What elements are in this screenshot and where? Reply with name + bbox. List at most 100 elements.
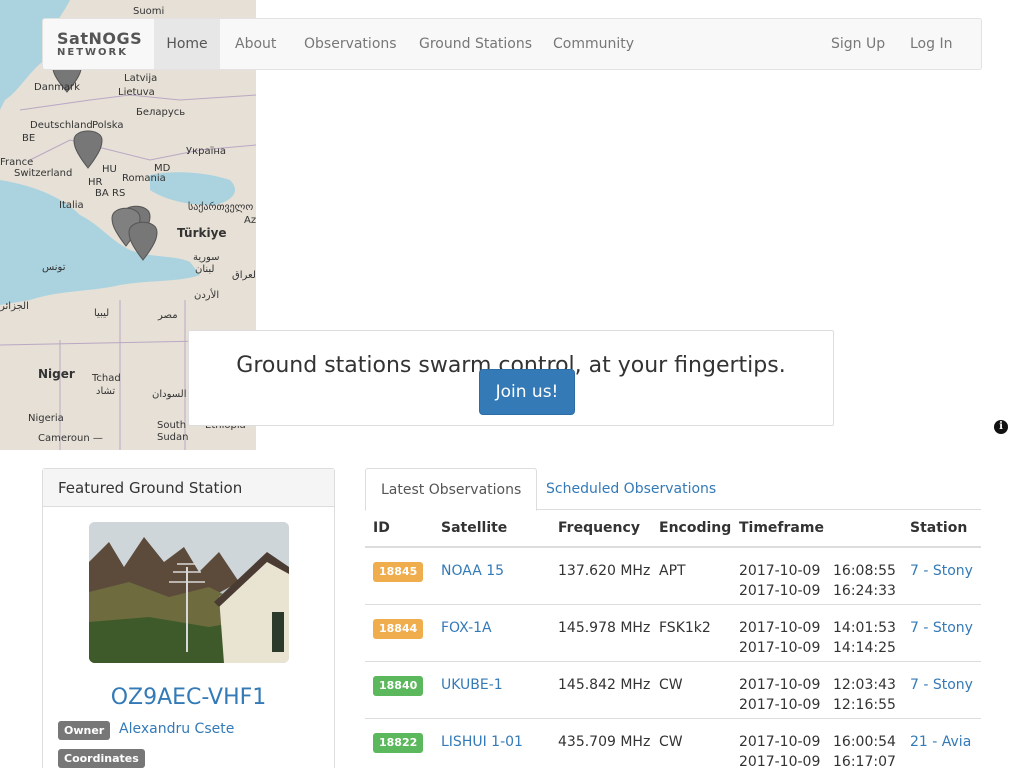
- owner-link[interactable]: Alexandru Csete: [119, 721, 234, 737]
- observation-id-badge[interactable]: 18822: [373, 733, 424, 753]
- map-label: العراق: [232, 270, 256, 281]
- map-label: BA: [95, 188, 109, 199]
- map-label: Україна: [186, 146, 227, 157]
- frequency-value: 145.978 MHz: [558, 620, 651, 636]
- map-label: ليبيا: [94, 308, 110, 319]
- end-time: 16:17:07: [833, 754, 896, 768]
- map-label: Cameroun —: [38, 433, 103, 444]
- map-label: Türkiye: [177, 226, 227, 240]
- start-date: 2017-10-09: [739, 620, 821, 636]
- observations-tabs: Latest Observations Scheduled Observatio…: [365, 468, 981, 511]
- map-label: الأردن: [194, 290, 220, 301]
- encoding-value: FSK1k2: [659, 620, 711, 636]
- map-label: السودان: [152, 389, 187, 400]
- table-row: 18844 FOX-1A 145.978 MHz FSK1k2 2017-10-09 14…: [365, 605, 981, 662]
- map-label: لبنان: [195, 264, 215, 275]
- satellite-link[interactable]: LISHUI 1-01: [441, 732, 523, 752]
- start-date: 2017-10-09: [739, 677, 821, 693]
- nav-sign-up[interactable]: Sign Up: [831, 19, 885, 69]
- encoding-value: CW: [659, 734, 683, 750]
- end-date: 2017-10-09: [739, 640, 821, 656]
- nav-ground-stations[interactable]: Ground Stations: [419, 19, 532, 69]
- top-navbar: SatNOGS NETWORK Home About Observations …: [42, 18, 982, 70]
- end-time: 12:16:55: [833, 697, 896, 713]
- coordinates-label: Coordinates: [58, 749, 145, 768]
- map-label: Polska: [92, 120, 124, 131]
- map-label: South Sudan: [157, 420, 189, 443]
- end-time: 14:14:25: [833, 640, 896, 656]
- observation-id-badge[interactable]: 18845: [373, 562, 424, 582]
- map-label: BE: [22, 133, 36, 144]
- map-label: Suomi: [133, 6, 165, 17]
- map-label: Niger: [38, 367, 75, 381]
- nav-community[interactable]: Community: [553, 19, 634, 69]
- map-label: RS: [112, 188, 126, 199]
- featured-station-panel: Featured Ground Station OZ9AEC-VHF1 Owne…: [42, 468, 335, 768]
- map-label: الجزائر: [0, 301, 29, 312]
- table-row: 18845 NOAA 15 137.620 MHz APT 2017-10-09 16:0…: [365, 548, 981, 605]
- frequency-value: 435.709 MHz: [558, 734, 651, 750]
- observation-id-badge[interactable]: 18844: [373, 619, 424, 639]
- end-date: 2017-10-09: [739, 697, 821, 713]
- tab-latest-observations[interactable]: Latest Observations: [365, 468, 538, 511]
- start-time: 16:08:55: [833, 563, 896, 579]
- map-label: Italia: [59, 200, 84, 211]
- tab-scheduled-observations[interactable]: Scheduled Observations: [531, 468, 731, 510]
- station-link[interactable]: 7 - Stony: [910, 561, 973, 581]
- column-header-frequency: Frequency: [558, 520, 640, 536]
- start-date: 2017-10-09: [739, 734, 821, 750]
- satellite-link[interactable]: UKUBE-1: [441, 675, 503, 695]
- end-time: 16:24:33: [833, 583, 896, 599]
- logo-line2: NETWORK: [57, 47, 129, 58]
- start-time: 14:01:53: [833, 620, 896, 636]
- map-label: HU: [102, 164, 117, 175]
- map-label: Switzerland: [14, 168, 73, 179]
- end-date: 2017-10-09: [739, 754, 821, 768]
- map-label: Tchad: [92, 373, 121, 384]
- encoding-value: CW: [659, 677, 683, 693]
- map-label: HR: [88, 177, 103, 188]
- map-label: Latvija: [124, 73, 158, 84]
- owner-label: Owner: [58, 721, 111, 740]
- nav-home[interactable]: Home: [154, 19, 220, 69]
- map-label: Беларусь: [136, 107, 186, 118]
- nav-observations[interactable]: Observations: [304, 19, 397, 69]
- station-link[interactable]: 21 - Avia: [910, 732, 971, 752]
- station-name-link[interactable]: OZ9AEC-VHF1: [43, 685, 334, 710]
- column-header-station: Station: [910, 520, 968, 536]
- satellite-link[interactable]: FOX-1A: [441, 618, 492, 638]
- map-label: مصر: [158, 310, 178, 321]
- encoding-value: APT: [659, 563, 686, 579]
- map-label: Nigeria: [28, 413, 64, 424]
- nav-log-in[interactable]: Log In: [910, 19, 952, 69]
- map-label: საქართველო: [188, 202, 254, 213]
- station-photo[interactable]: [89, 522, 289, 663]
- satnogs-logo[interactable]: SatNOGS NETWORK: [57, 29, 143, 59]
- hero-box: Ground stations swarm control, at your f…: [188, 330, 834, 426]
- map-label: تشاد: [96, 386, 116, 397]
- start-date: 2017-10-09: [739, 563, 821, 579]
- column-header-satellite: Satellite: [441, 520, 508, 536]
- column-header-timeframe: Timeframe: [739, 520, 824, 536]
- station-link[interactable]: 7 - Stony: [910, 618, 973, 638]
- nav-about[interactable]: About: [235, 19, 276, 69]
- end-date: 2017-10-09: [739, 583, 821, 599]
- start-time: 12:03:43: [833, 677, 896, 693]
- observation-id-badge[interactable]: 18840: [373, 676, 424, 696]
- satellite-link[interactable]: NOAA 15: [441, 561, 504, 581]
- map-label: France: [0, 157, 34, 168]
- info-icon[interactable]: i: [994, 420, 1008, 434]
- map-label: Lietuva: [118, 87, 155, 98]
- join-button[interactable]: Join us!: [479, 369, 575, 415]
- map-label: Deutschland: [30, 120, 93, 131]
- table-row: 18822 LISHUI 1-01 435.709 MHz CW 2017-10-09 1…: [365, 719, 981, 768]
- map-label: تونس: [42, 262, 66, 273]
- map-label: Romania: [122, 173, 166, 184]
- logo-line1: SatNOGS: [57, 29, 143, 48]
- table-row: 18840 UKUBE-1 145.842 MHz CW 2017-10-09 12:03…: [365, 662, 981, 719]
- station-link[interactable]: 7 - Stony: [910, 675, 973, 695]
- panel-title: Featured Ground Station: [43, 469, 334, 507]
- station-photo-image: [89, 522, 289, 663]
- map-label: Az: [244, 215, 256, 226]
- column-header-id: ID: [373, 520, 390, 536]
